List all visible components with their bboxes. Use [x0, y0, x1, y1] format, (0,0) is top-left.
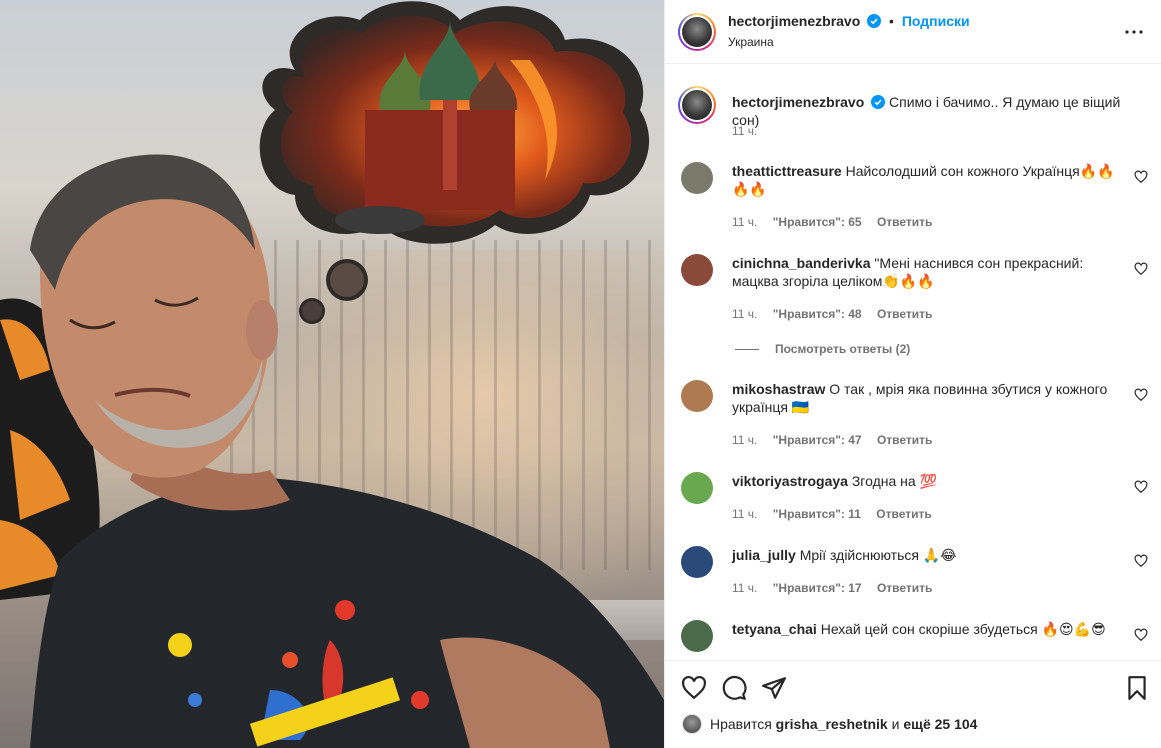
- comment-likes[interactable]: "Нравится": 17: [773, 581, 862, 595]
- view-replies-label: Посмотреть ответы (2): [775, 342, 911, 356]
- heart-icon[interactable]: [1134, 628, 1148, 642]
- comment-text: Згодна на 💯: [851, 473, 937, 489]
- bookmark-icon[interactable]: [1124, 675, 1150, 701]
- caption-avatar[interactable]: [678, 86, 716, 124]
- reply-button[interactable]: Ответить: [877, 215, 932, 229]
- comment-text-line: viktoriyastrogaya Згодна на 💯: [732, 472, 1122, 490]
- comment-text-line: mikoshastraw О так , мрія яка повинна зб…: [732, 380, 1122, 416]
- commenter-avatar[interactable]: [681, 162, 713, 194]
- comment-likes[interactable]: "Нравится": 65: [773, 215, 862, 229]
- heart-icon[interactable]: [1134, 262, 1148, 276]
- comment-meta: 11 ч. "Нравится": 47 Ответить: [732, 433, 944, 447]
- comment-meta: 11 ч. "Нравится": 17 Ответить: [732, 581, 944, 595]
- commenter-username[interactable]: viktoriyastrogaya: [732, 473, 848, 489]
- commenter-username[interactable]: mikoshastraw: [732, 381, 825, 397]
- commenter-avatar[interactable]: [681, 546, 713, 578]
- comment-meta: 11 ч. "Нравится": 48 Ответить: [732, 307, 944, 321]
- verified-icon: [871, 95, 886, 109]
- commenter-avatar[interactable]: [681, 254, 713, 286]
- more-icon: [1125, 30, 1143, 34]
- comment-text-line: tetyana_chai Нехай цей сон скоріше збуде…: [732, 620, 1122, 638]
- post-location[interactable]: Украина: [728, 35, 774, 49]
- comment-meta: 11 ч. "Нравится": 11 Ответить: [732, 507, 944, 521]
- view-replies-button[interactable]: Посмотреть ответы (2): [735, 342, 910, 356]
- heart-icon[interactable]: [1134, 480, 1148, 494]
- more-options-button[interactable]: [1122, 20, 1146, 44]
- comment-text-line: theatticttreasure Найсолодший сон кожног…: [732, 162, 1122, 198]
- thought-bubble-dots: [326, 259, 368, 301]
- commenter-username[interactable]: theatticttreasure: [732, 163, 842, 179]
- view-replies-line: [735, 348, 759, 350]
- commenter-avatar[interactable]: [681, 620, 713, 652]
- share-icon[interactable]: [761, 675, 787, 701]
- likes-summary[interactable]: Нравится grisha_reshetnik и ещё 25 104: [682, 714, 977, 734]
- comment-time[interactable]: 11 ч.: [732, 433, 757, 447]
- likes-prefix: Нравится: [710, 716, 772, 732]
- likes-count[interactable]: ещё 25 104: [903, 716, 977, 732]
- heart-icon[interactable]: [681, 675, 707, 701]
- reply-button[interactable]: Ответить: [876, 507, 931, 521]
- author-avatar[interactable]: [678, 13, 716, 51]
- comment-text-line: julia_jully Мрії здійснюються 🙏😂: [732, 546, 1122, 564]
- post-side-panel: hectorjimenezbravo • Подписки Украина he…: [664, 0, 1161, 748]
- author-username[interactable]: hectorjimenezbravo: [728, 13, 860, 29]
- comment-text-line: cinichna_banderivka "Мені наснився сон п…: [732, 254, 1122, 290]
- thought-bubble: [259, 1, 650, 244]
- commenter-avatar[interactable]: [681, 380, 713, 412]
- comment-meta: 11 ч. "Нравится": 65 Ответить: [732, 215, 944, 229]
- post-actions-bar: [665, 660, 1161, 748]
- comment-likes[interactable]: "Нравится": 48: [773, 307, 862, 321]
- comment-likes[interactable]: "Нравится": 47: [773, 433, 862, 447]
- post-header: hectorjimenezbravo • Подписки Украина: [665, 0, 1161, 64]
- liker-avatar: [682, 714, 702, 734]
- comment-time[interactable]: 11 ч.: [732, 215, 757, 229]
- caption-text-line: hectorjimenezbravo Спимо і бачимо.. Я ду…: [732, 93, 1142, 129]
- commenter-username[interactable]: julia_jully: [732, 547, 796, 563]
- reply-button[interactable]: Ответить: [877, 433, 932, 447]
- commenter-avatar[interactable]: [681, 472, 713, 504]
- caption-username[interactable]: hectorjimenezbravo: [732, 94, 864, 110]
- comment-text: Мрії здійснюються 🙏😂: [799, 547, 957, 563]
- comment-text: Нехай цей сон скоріше збудеться 🔥😍💪😎: [820, 621, 1106, 637]
- header-user-line: hectorjimenezbravo • Подписки: [728, 13, 970, 29]
- reply-button[interactable]: Ответить: [877, 307, 932, 321]
- commenter-username[interactable]: tetyana_chai: [732, 621, 817, 637]
- separator-dot: •: [889, 13, 894, 29]
- heart-icon[interactable]: [1134, 554, 1148, 568]
- comment-icon[interactable]: [721, 675, 747, 701]
- thought-bubble-small-dot: [299, 298, 325, 324]
- commenter-username[interactable]: cinichna_banderivka: [732, 255, 871, 271]
- comments-list[interactable]: hectorjimenezbravo Спимо і бачимо.. Я ду…: [665, 64, 1161, 660]
- comment-time[interactable]: 11 ч.: [732, 307, 757, 321]
- liker-username[interactable]: grisha_reshetnik: [776, 716, 888, 732]
- comment-likes[interactable]: "Нравится": 11: [773, 507, 861, 521]
- post-photo[interactable]: [0, 0, 664, 748]
- likes-middle: и: [891, 716, 900, 732]
- heart-icon[interactable]: [1134, 388, 1148, 402]
- comment-time[interactable]: 11 ч.: [732, 507, 757, 521]
- verified-icon: [867, 14, 882, 28]
- caption-time[interactable]: 11 ч.: [732, 124, 757, 138]
- following-button[interactable]: Подписки: [902, 13, 970, 29]
- heart-icon[interactable]: [1134, 170, 1148, 184]
- reply-button[interactable]: Ответить: [877, 581, 932, 595]
- comment-time[interactable]: 11 ч.: [732, 581, 757, 595]
